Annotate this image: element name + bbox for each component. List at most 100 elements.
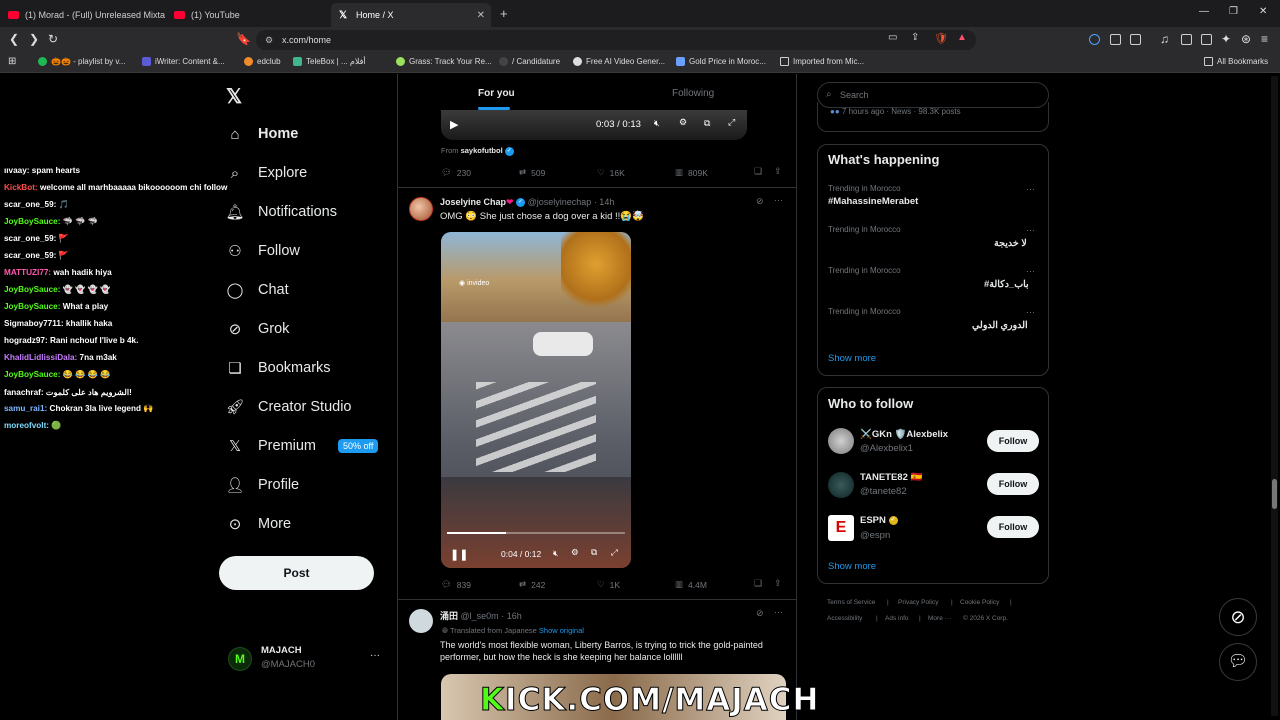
show-more-trends-link[interactable]: Show more (828, 353, 876, 364)
mute-icon[interactable]: 🔇︎ (553, 548, 558, 559)
chat-username[interactable]: scar_one_59: (4, 251, 56, 260)
author-handle[interactable]: @l_se0m (461, 611, 499, 621)
pip-icon[interactable]: ⧉ (591, 547, 597, 558)
footer-terms-link[interactable]: Terms of Service (827, 599, 875, 606)
grok-actions-icon[interactable]: ⊘ (756, 196, 764, 207)
video-player[interactable] (441, 110, 747, 140)
trend-more-icon[interactable]: ··· (1026, 266, 1035, 276)
settings-icon[interactable]: ⚙ (679, 117, 687, 128)
source-user-link[interactable]: saykofutbol (461, 146, 503, 155)
like-button[interactable]: ♡ 1K (597, 579, 620, 590)
suggest-name[interactable]: TANETE82 🇪🇸 (860, 472, 922, 483)
site-info-icon[interactable]: ⚙ (265, 30, 273, 50)
retweet-button[interactable]: ⇄ 242 (519, 579, 545, 590)
nav-grok[interactable]: ⊘ Grok (226, 320, 290, 338)
pause-icon[interactable]: ❚❚ (450, 548, 468, 561)
url-field[interactable]: ⚙ x.com/home (256, 30, 976, 50)
nav-bookmarks[interactable]: ❏ Bookmarks (226, 359, 330, 377)
tab-for-you[interactable]: For you (478, 88, 515, 99)
x-logo-icon[interactable]: 𝕏 (226, 84, 242, 109)
bookmark-icon[interactable]: 🔖 (236, 32, 251, 46)
suggest-name[interactable]: ⚔️GKn 🛡️Alexbelix (860, 429, 948, 440)
trend-name[interactable]: الدوري الدولي (972, 320, 1028, 331)
chat-username[interactable]: MATTUZI77: (4, 268, 51, 277)
brave-shield-icon[interactable]: 🛡 (934, 32, 948, 45)
trend-name[interactable]: لا خديجة (994, 238, 1027, 249)
nav-chat[interactable]: ◯ Chat (226, 281, 289, 299)
wallet-icon[interactable] (1201, 34, 1212, 45)
messages-float-button[interactable]: 💬︎ (1219, 643, 1257, 681)
footer-ads-link[interactable]: Ads info (885, 615, 909, 622)
like-button[interactable]: ♡ 16K (597, 167, 625, 178)
avatar[interactable] (828, 472, 854, 498)
nav-creator-studio[interactable]: 🚀︎ Creator Studio (225, 398, 351, 416)
tweet-video[interactable]: ◉ invideo ❚❚ 0:04 / 0:12 🔇︎ ⚙ ⧉ ⤢ (441, 232, 631, 568)
chat-username[interactable]: JoyBoySauce: (4, 285, 60, 294)
bookmark-post-icon[interactable]: ❏ (754, 166, 762, 177)
follow-button[interactable]: Follow (987, 473, 1039, 495)
avatar[interactable] (409, 197, 433, 221)
tab-morad[interactable]: (1) Morad - (Full) Unreleased Mixtape (0, 3, 165, 27)
bookmark-gold-price[interactable]: Gold Price in Moroc... (676, 57, 766, 66)
fullscreen-icon[interactable]: ⤢ (728, 117, 735, 128)
leo-ai-icon[interactable]: ✦ (1221, 32, 1231, 46)
scrollbar-thumb[interactable] (1272, 479, 1277, 509)
account-menu-icon[interactable]: ··· (370, 650, 380, 661)
post-age[interactable]: · 16h (501, 611, 522, 621)
post-age[interactable]: · 14h (594, 197, 615, 207)
bookmark-iwriter[interactable]: iWriter: Content &... (142, 57, 225, 66)
bookmark-post-icon[interactable]: ❏ (754, 578, 762, 589)
author-name[interactable]: 涌田 (440, 611, 458, 621)
nav-profile[interactable]: 👤︎ Profile (225, 476, 299, 494)
chat-username[interactable]: Sigmaboy7711: (4, 319, 64, 328)
bookmark-telebox[interactable]: TeleBox | ... أفلام (293, 57, 366, 66)
fullscreen-icon[interactable]: ⤢ (611, 547, 618, 558)
chat-username[interactable]: samu_rai1: (4, 404, 47, 413)
chat-username[interactable]: JoyBoySauce: (4, 217, 60, 226)
mute-icon[interactable]: 🔇︎ (654, 118, 660, 129)
chat-username[interactable]: moreofvolt: (4, 421, 49, 430)
back-icon[interactable]: ❮ (9, 32, 19, 46)
trend-more-icon[interactable]: ··· (1026, 184, 1035, 194)
footer-cookie-link[interactable]: Cookie Policy (960, 599, 999, 606)
tab-following[interactable]: Following (672, 88, 714, 99)
pip-icon[interactable]: ⧉ (704, 118, 710, 129)
nav-home[interactable]: ⌂ Home (226, 125, 298, 143)
screen-cast-icon[interactable]: ▭ (888, 32, 897, 43)
restore-icon[interactable]: ❐ (1229, 6, 1238, 17)
reply-button[interactable]: 💬︎ 839 (441, 579, 471, 590)
footer-more-link[interactable]: More ··· (928, 615, 951, 622)
play-icon[interactable]: ▶ (450, 118, 458, 131)
bookmark-ai-video[interactable]: Free AI Video Gener... (573, 57, 665, 66)
bookmark-edclub[interactable]: edclub (244, 57, 281, 66)
forward-icon[interactable]: ❯ (29, 32, 39, 46)
footer-privacy-link[interactable]: Privacy Policy (898, 599, 938, 606)
retweet-button[interactable]: ⇄ 509 (519, 167, 545, 178)
bookmark-folder-all[interactable]: All Bookmarks (1204, 57, 1268, 66)
chat-username[interactable]: hogradz97: (4, 336, 48, 345)
account-avatar[interactable]: M (228, 647, 252, 671)
news-card-remnant[interactable]: ●● 7 hours ago · News · 98.3K posts (817, 102, 1049, 132)
page-scrollbar[interactable] (1271, 76, 1278, 716)
sidebar-icon[interactable] (1181, 34, 1192, 45)
views-button[interactable]: ▥ 4.4M (675, 579, 707, 590)
espn-logo-icon[interactable]: E (828, 515, 854, 541)
tab-home-x[interactable]: 𝕏 Home / X ✕ (331, 3, 491, 27)
nav-explore[interactable]: ⌕ Explore (226, 164, 307, 182)
reply-button[interactable]: 💬︎ 230 (441, 167, 471, 178)
views-button[interactable]: ▥ 809K (675, 167, 708, 178)
nav-follow[interactable]: ⚇ Follow (226, 242, 300, 260)
more-options-icon[interactable]: ··· (774, 607, 783, 617)
more-options-icon[interactable]: ··· (774, 195, 783, 205)
author-handle[interactable]: @joselyinechap (528, 197, 592, 207)
avatar[interactable] (828, 428, 854, 454)
trend-more-icon[interactable]: ··· (1026, 307, 1035, 317)
close-window-icon[interactable]: ✕ (1259, 6, 1267, 17)
chat-username[interactable]: fanachraf: (4, 388, 44, 397)
puzzle-extensions-icon[interactable] (1110, 34, 1121, 45)
nav-premium[interactable]: 𝕏 Premium 50% off (226, 437, 379, 455)
trend-name[interactable]: #MahassineMerabet (828, 196, 918, 207)
share-post-icon[interactable]: ⇪ (774, 166, 782, 177)
vpn-icon[interactable]: ⊛ (1241, 32, 1251, 46)
brave-rewards-icon[interactable]: ▲ (957, 32, 967, 43)
